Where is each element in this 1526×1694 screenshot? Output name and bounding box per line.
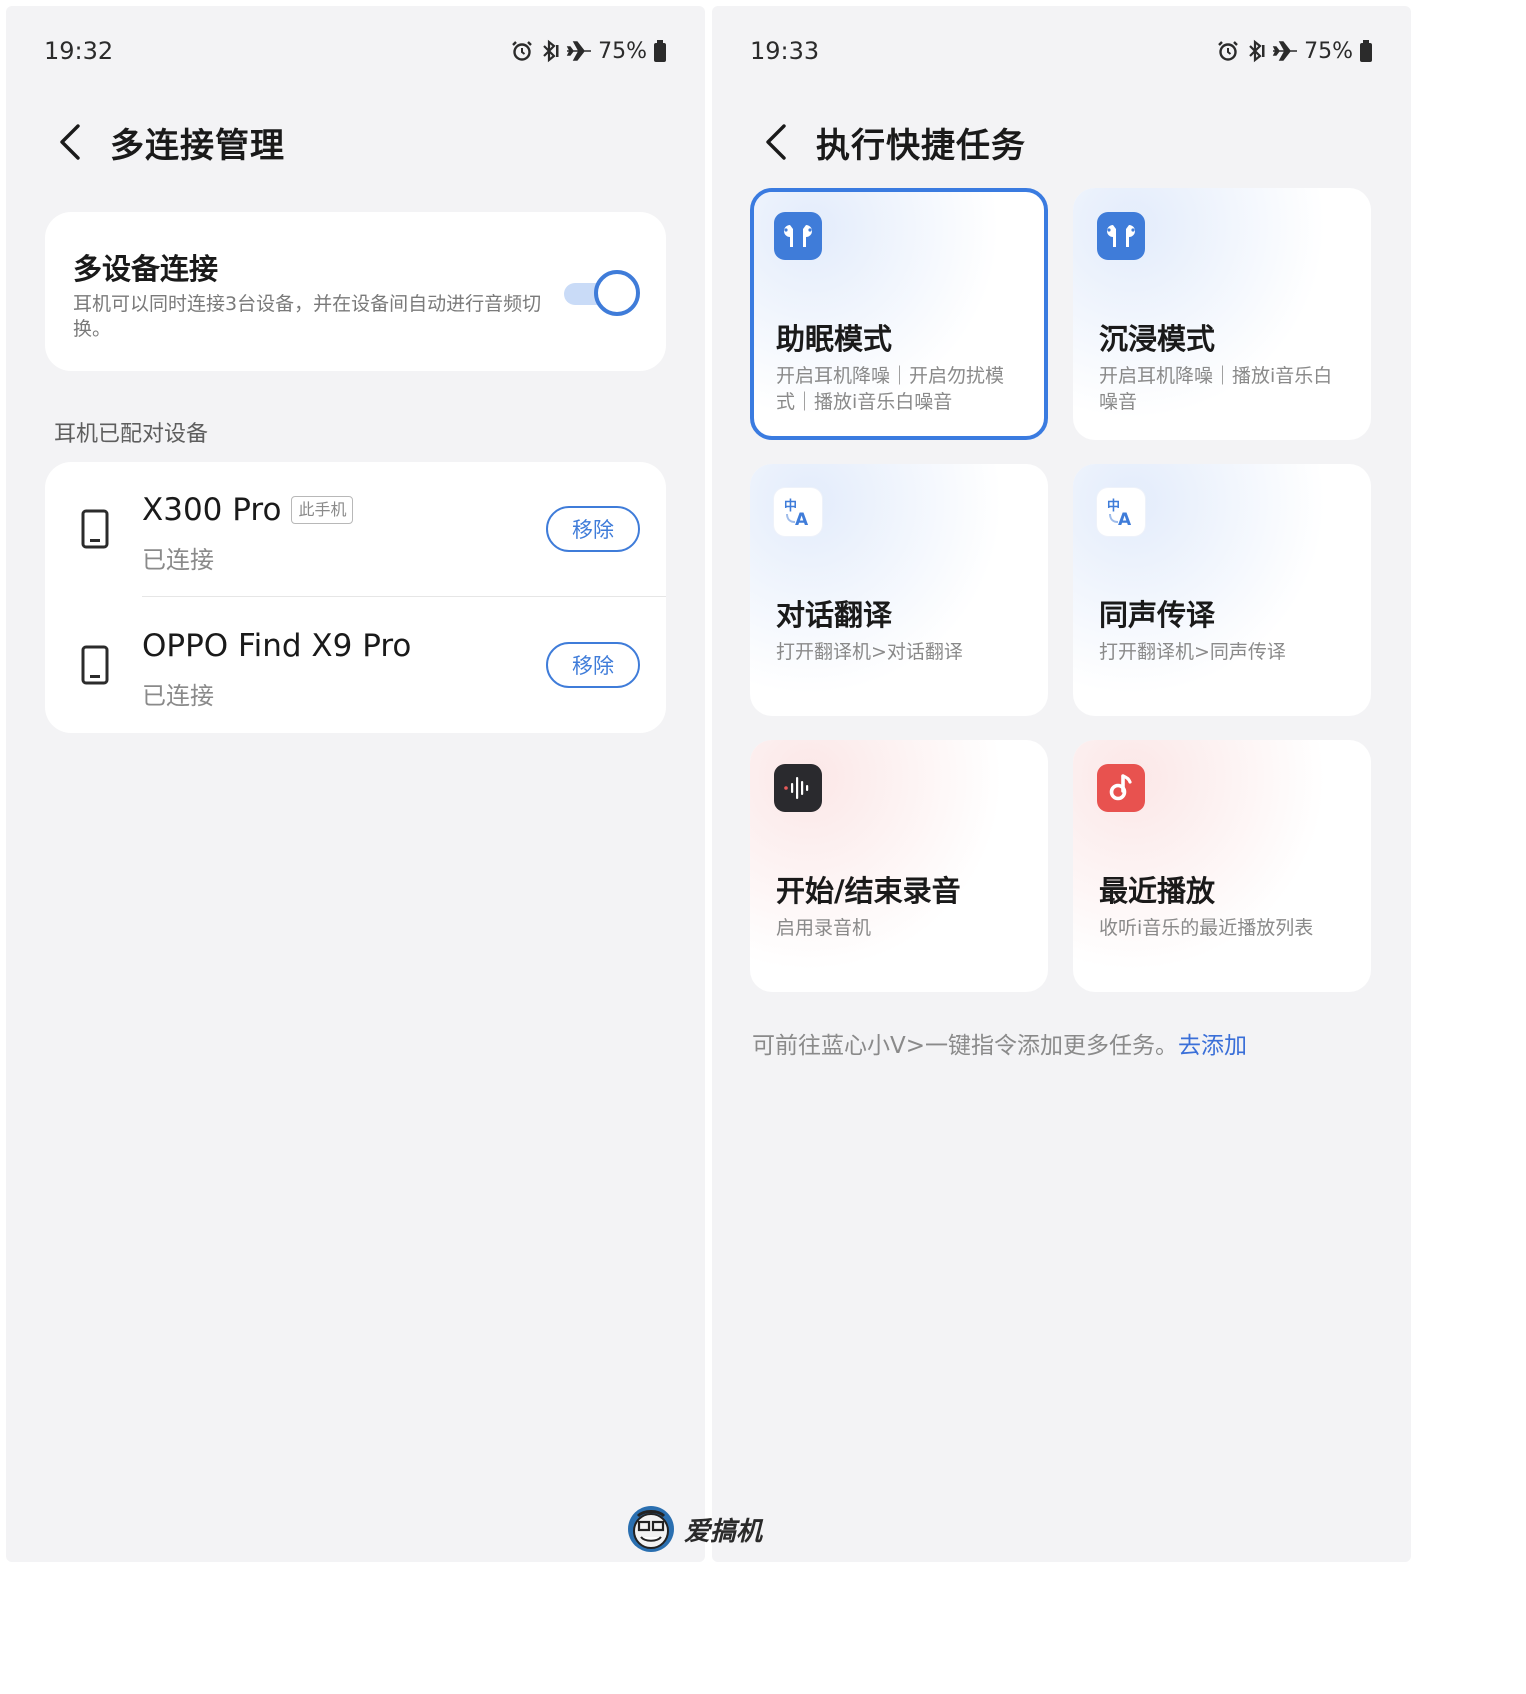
task-card-recent-play[interactable]: 最近播放 收听i音乐的最近播放列表 <box>1073 740 1371 992</box>
multi-device-description: 耳机可以同时连接3台设备，并在设备间自动进行音频切换。 <box>73 293 542 340</box>
task-name: 同声传译 <box>1099 598 1216 632</box>
device-state: 已连接 <box>142 682 214 710</box>
this-phone-badge: 此手机 <box>291 496 354 524</box>
page-header: 执行快捷任务 <box>756 114 1367 170</box>
device-name-row: X300 Pro 此手机 <box>142 492 354 528</box>
status-bar: 19:32 75% <box>44 36 667 66</box>
task-card-simultaneous-translate[interactable]: 中A 同声传译 打开翻译机>同声传译 <box>1073 464 1371 716</box>
divider <box>142 596 666 597</box>
task-name: 开始/结束录音 <box>776 874 961 908</box>
device-row[interactable]: X300 Pro 此手机 已连接 移除 <box>45 462 666 597</box>
task-description: 收听i音乐的最近播放列表 <box>1099 917 1314 939</box>
mascot-logo-icon <box>628 1506 674 1552</box>
paired-devices-list: X300 Pro 此手机 已连接 移除 OPPO Find X9 Pro 已连接… <box>45 462 666 733</box>
music-icon <box>1097 764 1145 812</box>
chevron-left-icon <box>766 124 786 160</box>
task-description: 打开翻译机>对话翻译 <box>776 641 963 663</box>
task-card-sleep[interactable]: 助眠模式 开启耳机降噪｜开启勿扰模式｜播放i音乐白噪音 <box>750 188 1048 440</box>
left-screen: 19:32 75% 多连接管理 多设备连接 耳机可以同时连接3台设备，并在设备间… <box>6 6 705 1562</box>
device-state: 已连接 <box>142 546 214 574</box>
task-name: 最近播放 <box>1099 874 1216 908</box>
paired-section-label: 耳机已配对设备 <box>54 422 209 447</box>
earbuds-icon <box>774 212 822 260</box>
translate-icon: 中A <box>774 488 822 536</box>
status-icons: 75% <box>510 39 667 64</box>
multi-device-card: 多设备连接 耳机可以同时连接3台设备，并在设备间自动进行音频切换。 <box>45 212 666 371</box>
task-name: 助眠模式 <box>776 322 893 356</box>
page-title: 执行快捷任务 <box>816 125 1026 166</box>
task-description: 启用录音机 <box>776 917 872 939</box>
battery-percent: 75% <box>1304 38 1353 64</box>
multi-device-label: 多设备连接 <box>73 252 219 286</box>
task-name: 对话翻译 <box>776 598 893 632</box>
earbuds-icon <box>1097 212 1145 260</box>
device-name-row: OPPO Find X9 Pro <box>142 628 411 664</box>
battery-icon <box>654 40 666 62</box>
chevron-left-icon <box>60 124 80 160</box>
recorder-icon <box>774 764 822 812</box>
task-description: 打开翻译机>同声传译 <box>1099 641 1286 663</box>
alarm-icon <box>1218 41 1238 61</box>
battery-percent: 75% <box>598 38 647 64</box>
add-more-link[interactable]: 去添加 <box>1178 1033 1247 1059</box>
phone-icon <box>81 509 109 549</box>
task-card-recording[interactable]: 开始/结束录音 启用录音机 <box>750 740 1048 992</box>
footer-text: 可前往蓝心小V>一键指令添加更多任务。 <box>752 1033 1179 1059</box>
airplane-icon <box>566 41 592 61</box>
remove-button[interactable]: 移除 <box>546 642 640 688</box>
back-button[interactable] <box>50 122 90 162</box>
task-card-dialog-translate[interactable]: 中A 对话翻译 打开翻译机>对话翻译 <box>750 464 1048 716</box>
multi-device-toggle[interactable] <box>562 270 640 316</box>
right-screen: 19:33 75% 执行快捷任务 助眠模式 开启耳机降噪｜开启勿扰模式｜播放i音… <box>712 6 1411 1562</box>
task-name: 沉浸模式 <box>1099 322 1216 356</box>
task-card-immersive[interactable]: 沉浸模式 开启耳机降噪｜播放i音乐白噪音 <box>1073 188 1371 440</box>
translate-icon: 中A <box>1097 488 1145 536</box>
battery-icon <box>1360 40 1372 62</box>
svg-text:A: A <box>795 510 809 529</box>
page-title: 多连接管理 <box>110 125 285 166</box>
bluetooth-icon <box>1249 39 1265 63</box>
status-icons: 75% <box>1216 39 1373 64</box>
task-description: 开启耳机降噪｜开启勿扰模式｜播放i音乐白噪音 <box>776 365 1005 413</box>
status-bar: 19:33 75% <box>750 36 1373 66</box>
back-button[interactable] <box>756 122 796 162</box>
bluetooth-icon <box>543 39 559 63</box>
footer-note: 可前往蓝心小V>一键指令添加更多任务。去添加 <box>752 1026 1247 1060</box>
alarm-icon <box>512 41 532 61</box>
task-description: 开启耳机降噪｜播放i音乐白噪音 <box>1099 365 1333 413</box>
page-header: 多连接管理 <box>50 114 661 170</box>
toggle-knob <box>594 270 640 316</box>
airplane-icon <box>1272 41 1298 61</box>
device-row[interactable]: OPPO Find X9 Pro 已连接 移除 <box>45 598 666 733</box>
status-time: 19:32 <box>44 37 114 65</box>
device-name: OPPO Find X9 Pro <box>142 628 412 664</box>
phone-icon <box>81 645 109 685</box>
watermark: 爱搞机 <box>626 1504 762 1554</box>
remove-button[interactable]: 移除 <box>546 506 640 552</box>
svg-text:A: A <box>1118 510 1132 529</box>
status-time: 19:33 <box>750 37 820 65</box>
device-name: X300 Pro <box>142 492 282 528</box>
watermark-text: 爱搞机 <box>684 1516 763 1547</box>
